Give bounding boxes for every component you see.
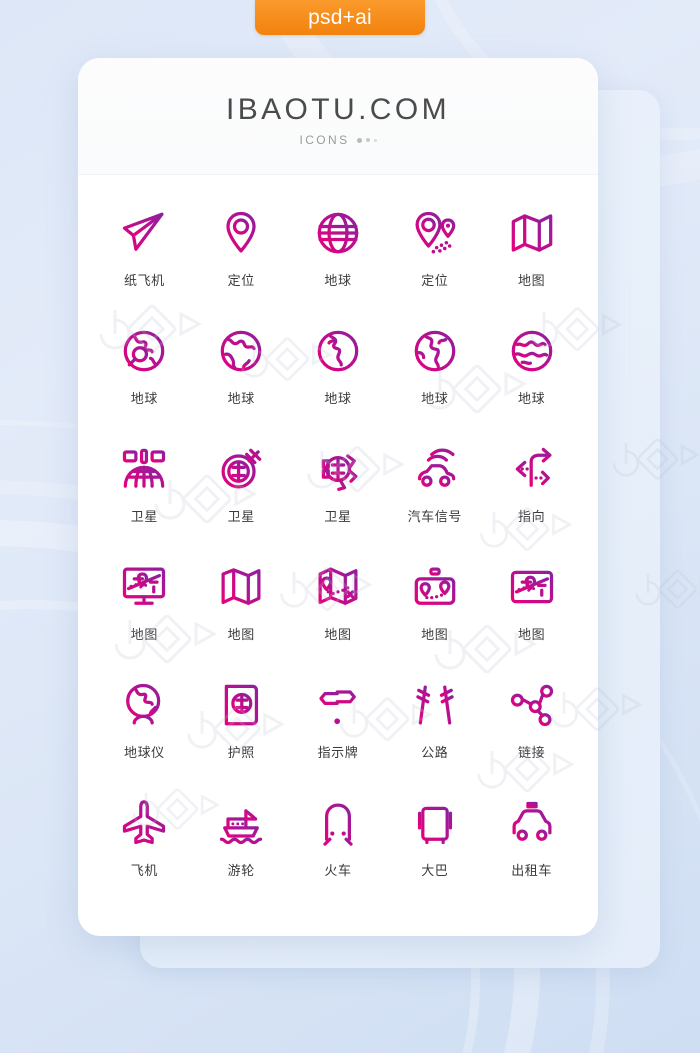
icon-cell[interactable]: 纸飞机 (96, 197, 193, 315)
icon-label: 纸飞机 (123, 274, 165, 289)
icon-label: 地球 (421, 392, 449, 407)
taxi-icon (506, 797, 558, 849)
map-monitor-icon (118, 561, 170, 613)
card-header: IBAOTU.COM ICONS (78, 58, 598, 175)
icon-cell[interactable]: 大巴 (386, 787, 483, 905)
icon-label: 链接 (517, 746, 546, 761)
globe-search-icon (118, 325, 170, 377)
icon-label: 定位 (227, 274, 255, 289)
location-pins-route-icon (409, 207, 461, 259)
icon-cell[interactable]: 指示牌 (290, 669, 387, 787)
highway-icon (409, 679, 461, 731)
icon-cell[interactable]: 地球 (96, 315, 193, 433)
icon-label: 定位 (421, 274, 449, 289)
icon-label: 飞机 (130, 864, 158, 879)
icon-cell[interactable]: 链接 (483, 669, 580, 787)
icon-label: 地球 (517, 392, 546, 407)
icon-label: 地图 (227, 628, 255, 643)
icon-cell[interactable]: 卫星 (96, 433, 193, 551)
globe-earth-d-icon (506, 325, 558, 377)
icon-label: 地球 (324, 274, 352, 289)
icon-cell[interactable]: 地图 (96, 551, 193, 669)
train-icon (312, 797, 364, 849)
decorative-dots-icon (356, 137, 377, 143)
icon-label: 地图 (130, 628, 158, 643)
icon-cell[interactable]: 飞机 (96, 787, 193, 905)
paper-plane-icon (118, 207, 170, 259)
icon-cell[interactable]: 地图 (193, 551, 290, 669)
icon-cell[interactable]: 地球 (290, 315, 387, 433)
globe-grid-icon (312, 207, 364, 259)
icon-label: 卫星 (130, 510, 158, 525)
globe-earth-b-icon (312, 325, 364, 377)
icon-cell[interactable]: 地图 (386, 551, 483, 669)
desk-globe-icon (118, 679, 170, 731)
icon-label: 地图 (517, 274, 546, 289)
icon-label: 地图 (324, 628, 352, 643)
icon-label: 地球 (227, 392, 255, 407)
treasure-map-icon (312, 561, 364, 613)
icon-cell[interactable]: 指向 (483, 433, 580, 551)
icon-label: 汽车信号 (407, 510, 462, 525)
icon-label: 游轮 (227, 864, 255, 879)
icon-cell[interactable]: 地球 (483, 315, 580, 433)
bus-icon (409, 797, 461, 849)
icon-cell[interactable]: 汽车信号 (386, 433, 483, 551)
icon-cell[interactable]: 地球 (290, 197, 387, 315)
folded-map-icon (506, 207, 558, 259)
icon-label: 地图 (421, 628, 449, 643)
icon-label: 指示牌 (317, 746, 359, 761)
icon-cell[interactable]: 地图 (483, 197, 580, 315)
icon-cell[interactable]: 护照 (193, 669, 290, 787)
icon-cell[interactable]: 卫星 (290, 433, 387, 551)
map-board-icon (409, 561, 461, 613)
icon-label: 护照 (227, 746, 255, 761)
location-pin-icon (215, 207, 267, 259)
icon-label: 大巴 (421, 864, 449, 879)
direction-arrows-icon (506, 443, 558, 495)
cruise-ship-icon (215, 797, 267, 849)
icon-cell[interactable]: 地球 (193, 315, 290, 433)
icon-label: 公路 (421, 746, 449, 761)
page-subtitle: ICONS (299, 133, 350, 147)
icon-label: 卫星 (227, 510, 255, 525)
signpost-icon (312, 679, 364, 731)
icon-cell[interactable]: 地图 (483, 551, 580, 669)
icon-cell[interactable]: 定位 (193, 197, 290, 315)
icon-set-card: IBAOTU.COM ICONS 纸飞机 定位 地球 定位 地图 地球 地球 地球 地球 地球 卫星… (78, 58, 598, 936)
icon-label: 指向 (517, 510, 546, 525)
icon-cell[interactable]: 地球 (386, 315, 483, 433)
satellite-gear-icon (312, 443, 364, 495)
icon-label: 地球 (324, 392, 352, 407)
icon-cell[interactable]: 定位 (386, 197, 483, 315)
accordion-map-icon (215, 561, 267, 613)
map-screen-icon (506, 561, 558, 613)
globe-earth-c-icon (409, 325, 461, 377)
satellite-dome-icon (118, 443, 170, 495)
icon-grid: 纸飞机 定位 地球 定位 地图 地球 地球 地球 地球 地球 卫星 卫星 卫星 汽车信号 指向 地图 地图 地图地… (78, 175, 598, 905)
icon-label: 地球 (130, 392, 158, 407)
icon-cell[interactable]: 卫星 (193, 433, 290, 551)
share-link-icon (506, 679, 558, 731)
icon-label: 出租车 (511, 864, 552, 879)
icon-cell[interactable]: 公路 (386, 669, 483, 787)
format-badge: psd+ai (255, 0, 425, 35)
airplane-icon (118, 797, 170, 849)
icon-cell[interactable]: 地图 (290, 551, 387, 669)
globe-earth-a-icon (215, 325, 267, 377)
icon-cell[interactable]: 地球仪 (96, 669, 193, 787)
icon-cell[interactable]: 火车 (290, 787, 387, 905)
icon-label: 卫星 (324, 510, 352, 525)
icon-cell[interactable]: 游轮 (193, 787, 290, 905)
subtitle-row: ICONS (299, 133, 377, 147)
icon-label: 地球仪 (123, 746, 165, 761)
icon-label: 地图 (517, 628, 546, 643)
icon-cell[interactable]: 出租车 (483, 787, 580, 905)
icon-label: 火车 (324, 864, 352, 879)
car-signal-icon (409, 443, 461, 495)
page-title: IBAOTU.COM (225, 93, 450, 126)
satellite-circle-icon (215, 443, 267, 495)
passport-icon (215, 679, 267, 731)
